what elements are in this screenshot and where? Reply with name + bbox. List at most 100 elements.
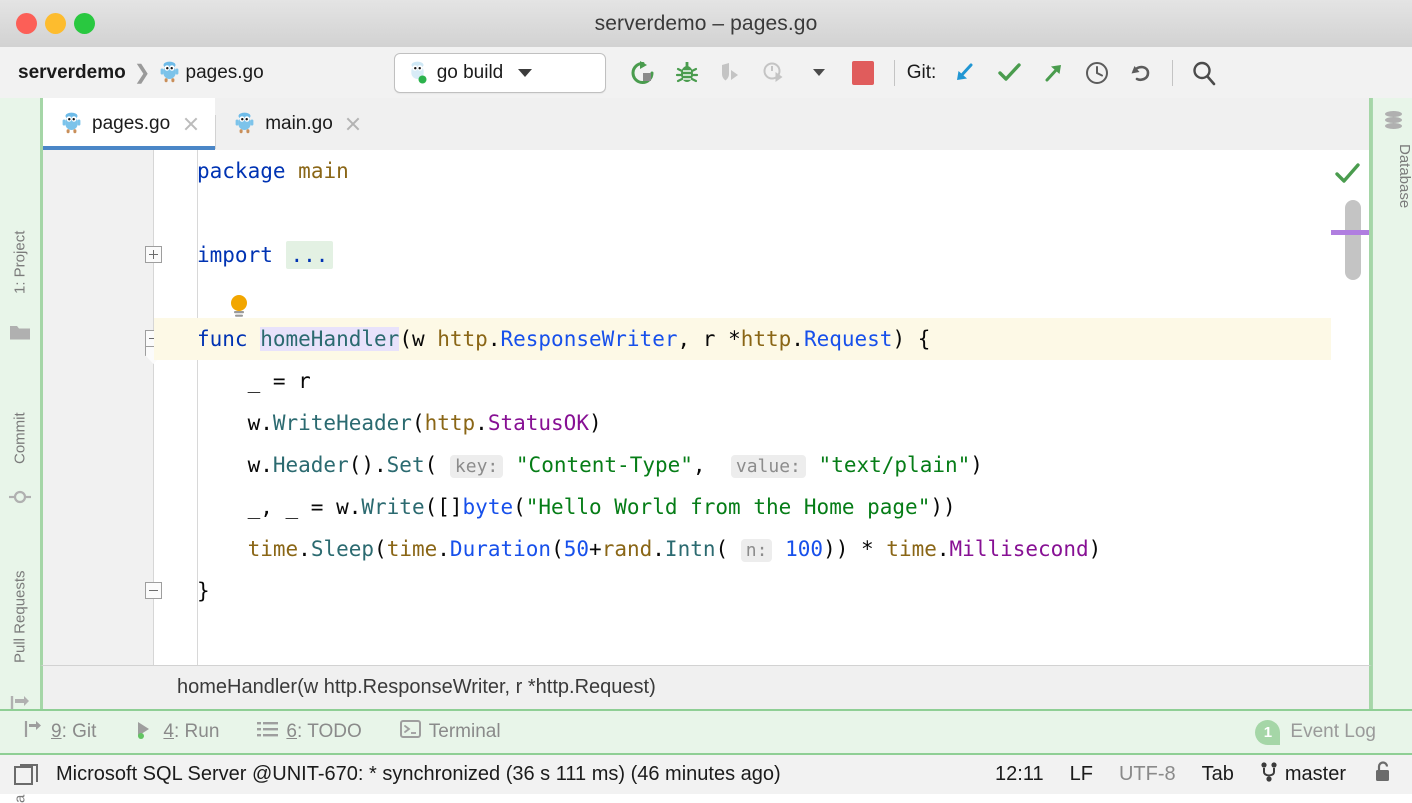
git-push-button[interactable] [1034, 54, 1072, 92]
editor-marker-bar[interactable] [1331, 150, 1369, 709]
code-token: w. [197, 453, 273, 477]
git-update-project-button[interactable] [946, 54, 984, 92]
chevron-down-icon[interactable] [518, 68, 533, 77]
close-icon[interactable] [345, 116, 362, 133]
code-line[interactable]: func homeHandler(w http.ResponseWriter, … [154, 318, 1369, 360]
event-log-button[interactable]: 1 Event Log [1255, 719, 1376, 745]
code-token: import [197, 243, 273, 267]
code-token: "Content-Type" [515, 453, 693, 477]
status-message[interactable]: Microsoft SQL Server @UNIT-670: * synchr… [56, 763, 781, 786]
tool-window-run[interactable]: 4: Run [134, 719, 219, 745]
status-indent[interactable]: Tab [1202, 763, 1234, 786]
code-line[interactable]: _ = r [154, 360, 1369, 402]
run-configuration-selector[interactable]: go build [393, 52, 606, 93]
code-token: 50 [563, 537, 590, 561]
go-gopher-icon [407, 61, 428, 85]
code-token: package [197, 159, 286, 183]
code-token: ) [1088, 537, 1102, 561]
code-token: . [298, 537, 311, 561]
code-token: . [791, 327, 804, 351]
usage-marker[interactable] [1331, 230, 1369, 235]
code-line[interactable]: import ... [154, 234, 1369, 276]
code-token: )) [930, 495, 956, 519]
window-title: serverdemo – pages.go [594, 11, 818, 35]
editor-breadcrumb[interactable]: homeHandler(w http.ResponseWriter, r *ht… [40, 665, 1372, 709]
code-line[interactable]: package main [154, 150, 1369, 192]
code-token: _, _ = w. [197, 495, 362, 519]
status-line-separator[interactable]: LF [1070, 763, 1093, 786]
profile-dropdown-button[interactable] [800, 54, 838, 92]
code-token: 100 [785, 537, 824, 561]
editor-tab-main-go[interactable]: main.go [216, 98, 378, 150]
code-line[interactable]: } [154, 570, 1369, 612]
run-button[interactable] [624, 54, 662, 92]
code-token: StatusOK [487, 411, 589, 435]
tool-window-todo[interactable]: 6: TODO [257, 720, 362, 744]
code-token: Millisecond [949, 537, 1089, 561]
tool-window-git[interactable]: 9: Git [22, 719, 96, 745]
breadcrumb-file[interactable]: pages.go [186, 62, 264, 84]
code-line[interactable] [154, 192, 1369, 234]
search-icon[interactable] [1185, 54, 1223, 92]
code-token: Duration [449, 537, 552, 561]
breadcrumb-project[interactable]: serverdemo [18, 62, 126, 84]
code-text[interactable]: package main import ... func homeHandler(w… [154, 150, 1369, 709]
code-token: ResponseWriter [500, 327, 678, 351]
folder-icon [9, 323, 31, 345]
minimize-window-button[interactable] [45, 13, 66, 34]
code-line[interactable]: w.Header().Set( key: "Content-Type", val… [154, 444, 1369, 486]
git-action-group [946, 54, 1160, 92]
sidebar-item-database[interactable]: Database [1373, 144, 1412, 244]
tool-window-git-label: : Git [61, 721, 97, 742]
tool-window-todo-label: : TODO [297, 721, 362, 742]
database-sync-icon[interactable] [14, 762, 40, 788]
code-line[interactable] [154, 276, 1369, 318]
git-rollback-button[interactable] [1122, 54, 1160, 92]
status-branch[interactable]: master [1260, 761, 1346, 789]
inspection-ok-icon[interactable] [1334, 160, 1361, 192]
git-commit-button[interactable] [990, 54, 1028, 92]
commit-icon [9, 486, 31, 508]
maximize-window-button[interactable] [74, 13, 95, 34]
left-tool-strip: 1: Project Commit Pull Requests arn [0, 98, 41, 803]
sidebar-item-commit-label: Commit [11, 412, 29, 464]
stop-button[interactable] [844, 54, 882, 92]
breadcrumb: serverdemo ❯ pages.go [18, 60, 264, 85]
debug-button[interactable] [668, 54, 706, 92]
code-token: + [589, 537, 602, 561]
code-editor[interactable]: 123111213141516171819 package mainimport… [43, 150, 1369, 709]
vertical-scrollbar-thumb[interactable] [1345, 200, 1361, 280]
traffic-lights [16, 13, 95, 34]
toolbar-action-group [624, 54, 882, 92]
code-token: . [652, 537, 665, 561]
unlocked-icon[interactable] [1372, 760, 1394, 790]
code-token: (). [348, 453, 387, 477]
code-line[interactable]: time.Sleep(time.Duration(50+rand.Intn( n… [154, 528, 1369, 570]
status-bar: Microsoft SQL Server @UNIT-670: * synchr… [0, 755, 1412, 794]
code-token: value: [730, 455, 806, 478]
code-token: ( [374, 537, 387, 561]
git-history-button[interactable] [1078, 54, 1116, 92]
sidebar-item-commit[interactable]: Commit [0, 386, 40, 464]
editor-gutter[interactable] [43, 150, 153, 709]
close-icon[interactable] [182, 116, 199, 133]
code-line[interactable]: w.WriteHeader(http.StatusOK) [154, 402, 1369, 444]
sidebar-item-project[interactable]: 1: Project [0, 204, 40, 294]
editor-tab-pages-go[interactable]: pages.go [43, 98, 216, 150]
code-line[interactable] [154, 612, 1369, 654]
code-token: ( [424, 453, 450, 477]
code-token: http [740, 327, 792, 351]
code-line[interactable]: _, _ = w.Write([]byte("Hello World from … [154, 486, 1369, 528]
event-log-label: Event Log [1290, 721, 1376, 742]
status-encoding[interactable]: UTF-8 [1119, 763, 1176, 786]
close-window-button[interactable] [16, 13, 37, 34]
sidebar-item-pull-requests[interactable]: Pull Requests [0, 538, 40, 663]
run-with-coverage-button [712, 54, 750, 92]
tool-window-terminal[interactable]: Terminal [399, 719, 501, 745]
code-token: ( [513, 495, 526, 519]
code-token: "Hello World from the Home page" [525, 495, 931, 519]
code-token: Write [361, 495, 425, 519]
